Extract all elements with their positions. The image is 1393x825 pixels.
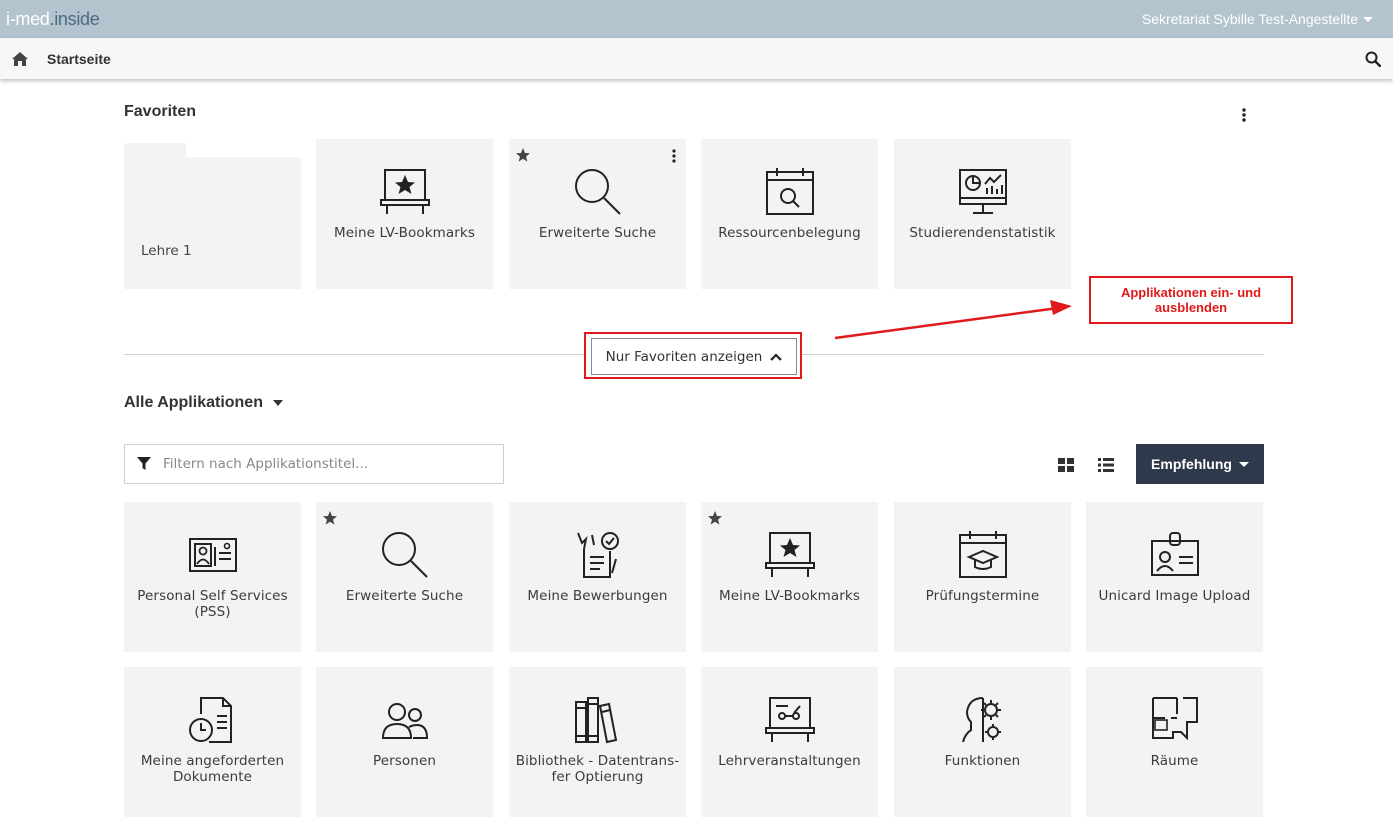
tile-label-line-2: Dokumente [172,769,253,785]
annotation-line-1: Applikationen ein- und [1120,285,1262,300]
list-view-icon[interactable] [1098,458,1114,472]
folder-label: Lehre 1 [141,243,192,259]
tile-label: Unicard Image Upload [1092,588,1257,604]
tile-label: Personen [322,753,487,769]
tile-label: Prüfungstermine [900,588,1065,604]
tile-label-line-1: Personal Self Services [137,588,288,604]
sort-dropdown-button[interactable]: Empfehlung [1136,444,1264,484]
app-tile-studierendenstatistik[interactable]: Studierendenstatistik [894,139,1071,289]
bookmark-board-icon [764,532,815,577]
books-icon [574,697,617,744]
tile-label-line-2: fer Optierung [551,769,644,785]
tile-label: Bibliothek - Datentrans-fer Optierung [515,753,680,785]
app-tile-pruefungstermine[interactable]: Prüfungstermine [894,502,1071,652]
sort-label: Empfehlung [1151,456,1232,472]
caret-down-icon [1238,461,1249,467]
folder-body [124,157,301,289]
tile-label: Lehrveranstaltungen [707,753,872,769]
tile-label-line-1: Unicard Image Upload [1098,588,1251,604]
calendar-graduation-icon [958,531,1007,578]
document-clock-icon [188,697,232,743]
tile-label: Studierendenstatistik [909,225,1056,241]
tile-label-line-1: Meine Bewerbungen [527,588,668,604]
tile-label: Ressourcenbelegung [718,225,861,241]
app-tile-pss[interactable]: Personal Self Services (PSS) [124,502,301,652]
home-icon[interactable] [11,51,29,67]
tile-label-line-1: Lehrveranstaltungen [718,753,861,769]
tile-label-line-1: Personen [372,753,437,769]
caret-down-icon [1363,16,1373,22]
star-icon[interactable] [707,510,723,526]
tile-label-line-1: Bibliothek - Datentrans- [515,753,680,769]
app-logo[interactable]: i-med.inside [6,9,100,30]
all-apps-heading: Alle Applikationen [124,394,263,411]
tile-label-line-1: Meine LV-Bookmarks [719,588,860,604]
tile-label-line-1: Funktionen [944,753,1021,769]
search-icon[interactable] [1365,51,1381,67]
user-name: Sekretariat Sybille Test-Angestellte [1141,11,1358,27]
filter-input[interactable] [163,453,493,475]
tile-label: Meine LV-Bookmarks [334,225,475,241]
app-tile-angeforderte-dokumente[interactable]: Meine angeforderten Dokumente [124,667,301,817]
app-tile-bibliothek[interactable]: Bibliothek - Datentrans-fer Optierung [509,667,686,817]
app-tile-funktionen[interactable]: Funktionen [894,667,1071,817]
app-tile-ressourcenbelegung[interactable]: Ressourcenbelegung [701,139,878,289]
tile-label: Räume [1092,753,1257,769]
app-tile-lv-bookmarks[interactable]: Meine LV-Bookmarks [701,502,878,652]
toggle-label: Nur Favoriten anzeigen [605,348,763,365]
show-only-favorites-button[interactable]: Nur Favoriten anzeigen [591,338,797,375]
tile-label: Personal Self Services (PSS) [130,588,295,620]
application-document-icon [576,532,619,578]
tile-kebab-icon[interactable] [671,149,677,163]
monitor-statistics-icon [958,169,1007,214]
magnifier-icon [574,169,621,215]
tile-label: Funktionen [900,753,1065,769]
tile-label-line-1: Räume [1150,753,1199,769]
bookmark-board-icon [379,169,430,214]
star-icon[interactable] [322,510,338,526]
caret-down-icon [272,400,283,406]
magnifier-icon [381,532,428,578]
annotation-line-2: ausblenden [1154,300,1228,315]
grid-view-icon[interactable] [1058,458,1074,472]
user-menu[interactable]: Sekretariat Sybille Test-Angestellte [1142,11,1373,27]
lecture-board-icon [764,697,815,742]
page-title[interactable]: Startseite [47,51,111,67]
tile-label-line-1: Erweiterte Suche [345,588,464,604]
filter-field[interactable] [124,444,504,484]
tile-label-line-1: Prüfungstermine [925,588,1040,604]
chevron-up-icon [770,352,783,361]
floorplan-icon [1151,697,1198,741]
app-tile-meine-bewerbungen[interactable]: Meine Bewerbungen [509,502,686,652]
head-gear-icon [961,697,1001,743]
app-tile-erweiterte-suche[interactable]: Erweiterte Suche [509,139,686,289]
favorites-folder[interactable]: Lehre 1 [124,139,301,289]
kebab-menu-icon[interactable] [1241,108,1247,122]
tile-label-line-2: (PSS) [194,604,231,620]
tile-label-line-1: Meine angeforderten [140,753,285,769]
app-tile-unicard-upload[interactable]: Unicard Image Upload [1086,502,1263,652]
app-tile-lv-bookmarks[interactable]: Meine LV-Bookmarks [316,139,493,289]
tile-label: Meine angeforderten Dokumente [130,753,295,785]
calendar-search-icon [765,168,814,215]
tile-label: Erweiterte Suche [538,225,657,241]
app-tile-personen[interactable]: Personen [316,667,493,817]
tile-label: Meine LV-Bookmarks [707,588,872,604]
tile-label: Meine Bewerbungen [515,588,680,604]
star-icon[interactable] [515,147,531,163]
all-apps-dropdown[interactable]: Alle Applikationen [124,394,283,412]
people-icon [381,703,428,739]
tile-label: Erweiterte Suche [322,588,487,604]
filter-icon [137,457,151,470]
app-tile-raeume[interactable]: Räume [1086,667,1263,817]
id-card-icon [188,538,237,572]
badge-icon [1150,532,1199,576]
annotation-box: Applikationen ein- und ausblenden [1089,276,1293,324]
nav-bar: Startseite [0,38,1393,79]
favorites-heading: Favoriten [124,103,197,120]
app-tile-lehrveranstaltungen[interactable]: Lehrveranstaltungen [701,667,878,817]
toggle-highlight-frame: Nur Favoriten anzeigen [584,332,802,379]
app-tile-erweiterte-suche[interactable]: Erweiterte Suche [316,502,493,652]
top-bar: i-med.inside Sekretariat Sybille Test-An… [0,0,1393,38]
